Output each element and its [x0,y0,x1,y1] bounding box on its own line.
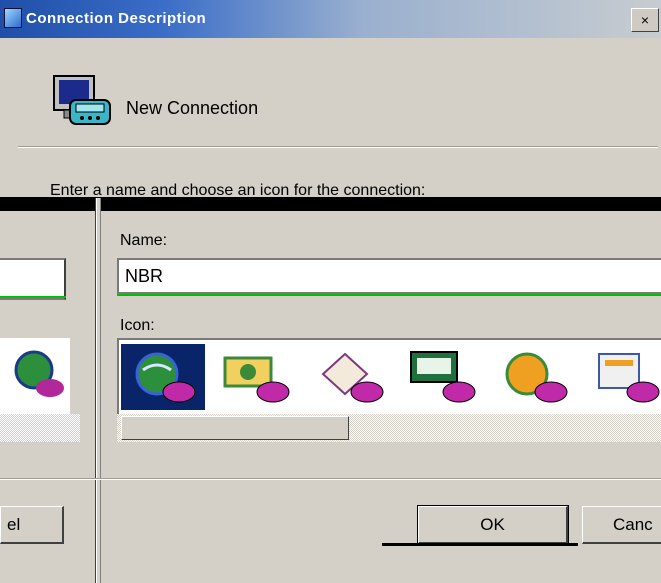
scrollbar-thumb[interactable] [121,416,349,440]
globe-phone-icon [135,352,196,403]
house-phone-icon [505,352,568,403]
close-icon: × [640,12,650,28]
envelope-phone-icon [321,352,384,403]
app-icon [4,8,22,28]
title-bar[interactable]: Connection Description × [0,0,661,38]
focus-underline [117,294,661,296]
icon-option-computer[interactable] [401,344,485,410]
focus-underline [0,296,66,298]
icon-option-document[interactable] [585,344,661,410]
name-label: Name: [120,232,168,249]
computer-phone-icon [410,351,476,403]
document-phone-icon [598,353,660,403]
render-artifact-bar [100,207,661,210]
render-artifact-bar [382,543,578,546]
window-title: Connection Description [26,10,207,27]
icon-option-money[interactable] [215,344,299,410]
left-name-field[interactable] [0,258,66,300]
money-phone-icon [223,356,290,403]
icon-picker[interactable] [117,338,661,416]
close-button[interactable]: × [631,8,659,32]
ok-button[interactable]: OK [417,505,569,545]
cancel-button[interactable]: Canc [582,506,661,544]
computer-phone-icon [53,75,111,125]
left-icon-strip[interactable] [0,338,70,414]
connection-title: New Connection [126,98,259,118]
icon-option-house[interactable] [493,344,577,410]
icon-option-envelope[interactable] [309,344,393,410]
globe-phone-icon [14,350,64,397]
separator [18,146,658,148]
name-input[interactable] [117,258,661,294]
icon-label: Icon: [120,317,155,334]
left-scrollbar[interactable] [0,414,80,442]
cancel-button-left[interactable]: el [0,506,64,544]
icon-option-globe[interactable] [121,344,205,410]
separator [0,478,661,480]
pane-divider[interactable] [95,198,101,583]
